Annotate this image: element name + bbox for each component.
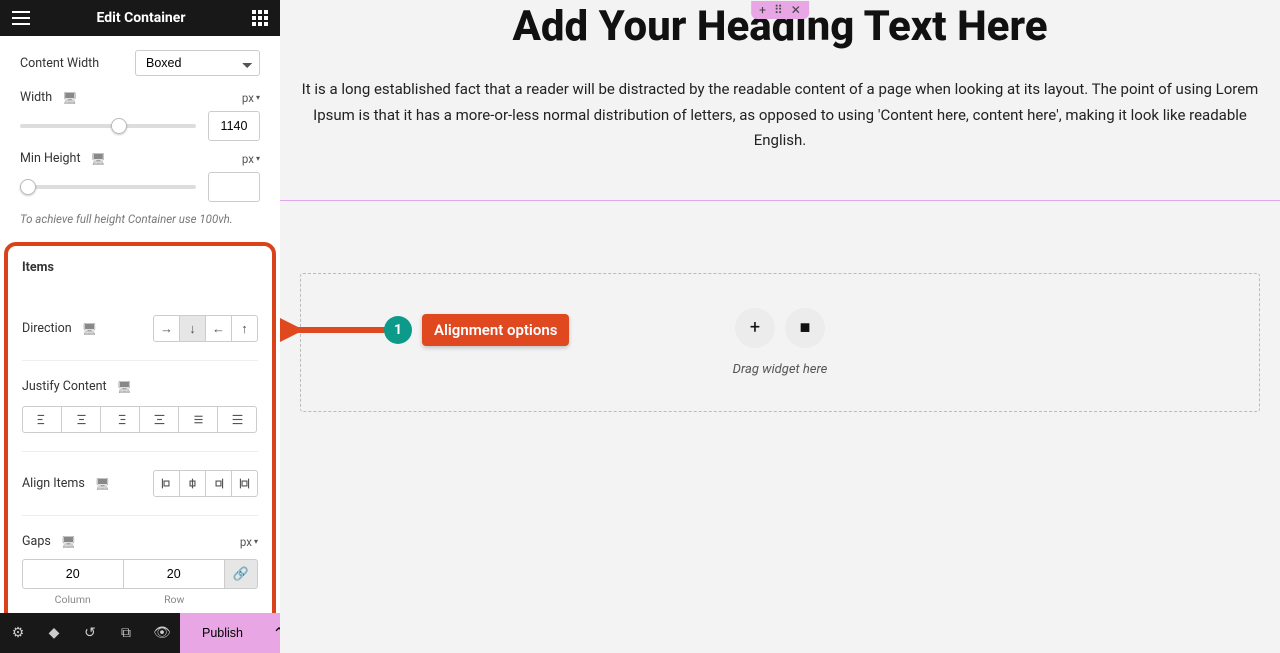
responsive-icon[interactable]: 🖥: [95, 477, 110, 491]
preview-canvas: + ⠿ ✕ Add Your Heading Text Here It is a…: [280, 0, 1280, 653]
direction-label: Direction🖥: [22, 321, 97, 336]
gap-row-label: Row: [124, 593, 226, 606]
align-items-label: Align Items🖥: [22, 476, 110, 491]
width-slider[interactable]: [20, 124, 196, 128]
width-input[interactable]: [208, 111, 260, 141]
content-width-select[interactable]: Boxed: [135, 50, 260, 76]
min-height-input[interactable]: [208, 172, 260, 202]
direction-up[interactable]: ↑: [231, 315, 258, 342]
gap-column-input[interactable]: [22, 559, 124, 589]
gap-column-label: Column: [22, 593, 124, 606]
navigator-icon[interactable]: ◆: [36, 613, 72, 653]
direction-group: → ↓ ← ↑: [153, 315, 258, 342]
text-widget[interactable]: It is a long established fact that a rea…: [300, 77, 1260, 154]
gap-row-input[interactable]: [123, 559, 225, 589]
publish-button[interactable]: Publish: [180, 613, 265, 653]
add-widget-button[interactable]: +: [735, 308, 775, 348]
close-icon[interactable]: ✕: [791, 3, 801, 17]
drop-zone[interactable]: + ■ Drag widget here: [300, 273, 1260, 412]
add-section-icon[interactable]: +: [759, 3, 766, 17]
width-unit[interactable]: px▾: [242, 91, 260, 105]
justify-space-evenly[interactable]: [217, 406, 257, 433]
justify-end[interactable]: [100, 406, 140, 433]
responsive-icon[interactable]: 🖥: [91, 152, 106, 166]
preview-icon[interactable]: 👁: [144, 613, 180, 653]
responsive-icon[interactable]: 🖥: [82, 322, 97, 336]
justify-center[interactable]: [61, 406, 101, 433]
direction-down[interactable]: ↓: [179, 315, 206, 342]
items-section-highlight: Items Direction🖥 → ↓ ← ↑ Justify Content…: [4, 242, 276, 613]
justify-space-between[interactable]: [139, 406, 179, 433]
apps-icon[interactable]: [252, 10, 268, 26]
editor-sidebar: Edit Container Content Width Boxed Width…: [0, 0, 280, 613]
justify-start[interactable]: [22, 406, 62, 433]
min-height-slider[interactable]: [20, 185, 196, 189]
link-gaps-toggle[interactable]: 🔗: [224, 559, 258, 589]
align-items-group: [153, 470, 258, 497]
responsive-icon[interactable]: 🖥: [117, 380, 132, 394]
responsive-icon[interactable]: 🖥: [61, 535, 76, 549]
min-height-unit[interactable]: px▾: [242, 152, 260, 166]
responsive-icon[interactable]: 🖥: [62, 91, 77, 105]
history-icon[interactable]: ↺: [72, 613, 108, 653]
settings-icon[interactable]: ⚙: [0, 613, 36, 653]
justify-group: [22, 406, 258, 433]
selected-container[interactable]: + ⠿ ✕ Add Your Heading Text Here It is a…: [280, 2, 1280, 201]
add-template-button[interactable]: ■: [785, 308, 825, 348]
panel-title: Edit Container: [97, 10, 186, 26]
gaps-unit[interactable]: px▾: [240, 535, 258, 549]
width-label: Width🖥: [20, 90, 77, 105]
align-end[interactable]: [205, 470, 232, 497]
items-title: Items: [22, 260, 258, 275]
panel-body: Content Width Boxed Width🖥 px▾ Min Heigh…: [0, 36, 280, 613]
gaps-label: Gaps🖥: [22, 534, 76, 549]
min-height-hint: To achieve full height Container use 100…: [20, 212, 260, 226]
drop-zone-label: Drag widget here: [335, 362, 1225, 377]
responsive-mode-icon[interactable]: ⧉: [108, 613, 144, 653]
min-height-label: Min Height🖥: [20, 151, 106, 166]
sidebar-header: Edit Container: [0, 0, 280, 36]
direction-right[interactable]: →: [153, 315, 180, 342]
hamburger-icon[interactable]: [12, 11, 30, 25]
justify-space-around[interactable]: [178, 406, 218, 433]
align-stretch[interactable]: [231, 470, 258, 497]
align-start[interactable]: [153, 470, 180, 497]
content-width-label: Content Width: [20, 56, 99, 71]
justify-label: Justify Content🖥: [22, 379, 258, 394]
drag-handle-icon[interactable]: ⠿: [774, 3, 783, 17]
bottom-bar: ⚙ ◆ ↺ ⧉ 👁 Publish ⌃: [0, 613, 280, 653]
container-handle: + ⠿ ✕: [751, 1, 809, 19]
align-center[interactable]: [179, 470, 206, 497]
direction-left[interactable]: ←: [205, 315, 232, 342]
